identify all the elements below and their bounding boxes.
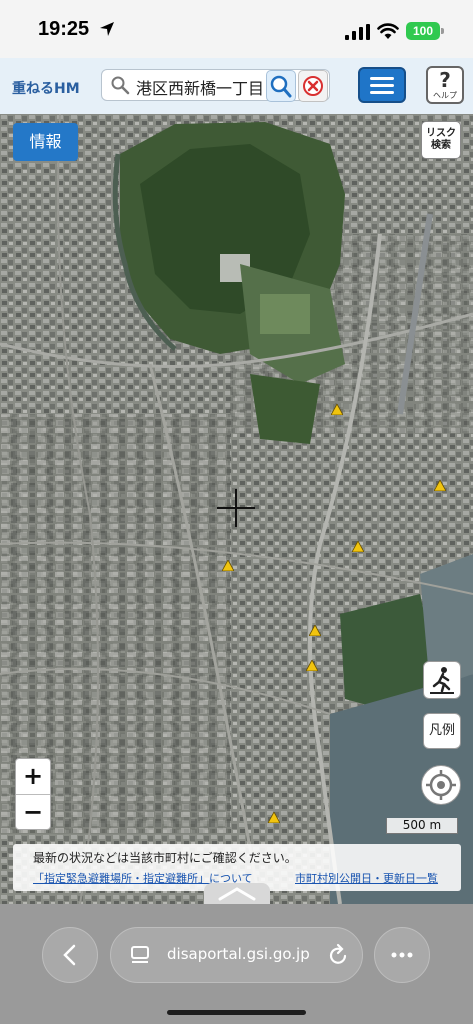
app-title[interactable]: 重ねるHM [12,78,80,98]
risk-label-1: リスク [426,128,456,139]
shelter-marker-icon[interactable] [268,812,280,823]
magnifier-icon [270,75,292,98]
location-arrow-icon [100,22,114,36]
home-indicator[interactable] [167,1010,306,1015]
zoom-in-button[interactable]: + [16,759,50,795]
back-button[interactable] [42,927,98,983]
running-person-icon [430,667,454,694]
menu-button[interactable] [358,67,406,103]
wifi-icon [377,23,399,39]
battery-tip [441,28,444,34]
locate-icon [426,770,456,800]
clock: 19:25 [38,18,90,40]
battery-icon: 100 [406,22,440,40]
cellular-signal-icon [345,24,370,40]
shelter-marker-icon[interactable] [306,660,318,671]
shelter-marker-icon[interactable] [331,404,343,415]
scale-bar: 500 m [386,818,458,834]
help-label: ヘルプ [433,91,457,100]
clear-search-button[interactable] [298,70,328,102]
update-list-link[interactable]: 市町村別公開日・更新日一覧 [295,870,438,886]
shelter-marker-icon[interactable] [222,560,234,571]
hamburger-icon [370,77,394,80]
info-button[interactable]: 情報 [13,123,78,161]
risk-search-button[interactable]: リスク 検索 [421,121,461,159]
reload-icon[interactable] [327,943,349,967]
chevron-up-icon [218,887,256,901]
more-button[interactable] [374,927,430,983]
drawer-handle[interactable] [204,883,270,905]
zoom-control: + − [15,758,51,830]
shelter-marker-icon[interactable] [352,541,364,552]
search-icon [111,76,130,95]
question-icon: ? [439,68,451,92]
ellipsis-icon [391,952,413,958]
zoom-out-button[interactable]: − [16,795,50,830]
search-button[interactable] [266,70,296,102]
notice-text: 最新の状況などは当該市町村にご確認ください。 [33,851,297,865]
search-value: 港区西新橋一丁目 [136,79,265,98]
chevron-left-icon [63,944,76,966]
current-location-button[interactable] [421,765,461,805]
crosshair-icon [217,489,255,527]
address-bar[interactable]: disaportal.gsi.go.jp [110,927,363,983]
shelter-marker-icon[interactable] [434,480,446,491]
shelter-marker-icon[interactable] [309,625,321,636]
evacuation-button[interactable] [423,661,461,699]
legend-button[interactable]: 凡例 [423,713,461,749]
url-text: disaportal.gsi.go.jp [167,945,310,963]
close-icon [303,76,323,96]
help-button[interactable]: ? ヘルプ [426,66,464,104]
status-bar: 19:25 100 [0,0,473,58]
risk-label-2: 検索 [431,140,451,151]
page-settings-icon [131,946,149,963]
